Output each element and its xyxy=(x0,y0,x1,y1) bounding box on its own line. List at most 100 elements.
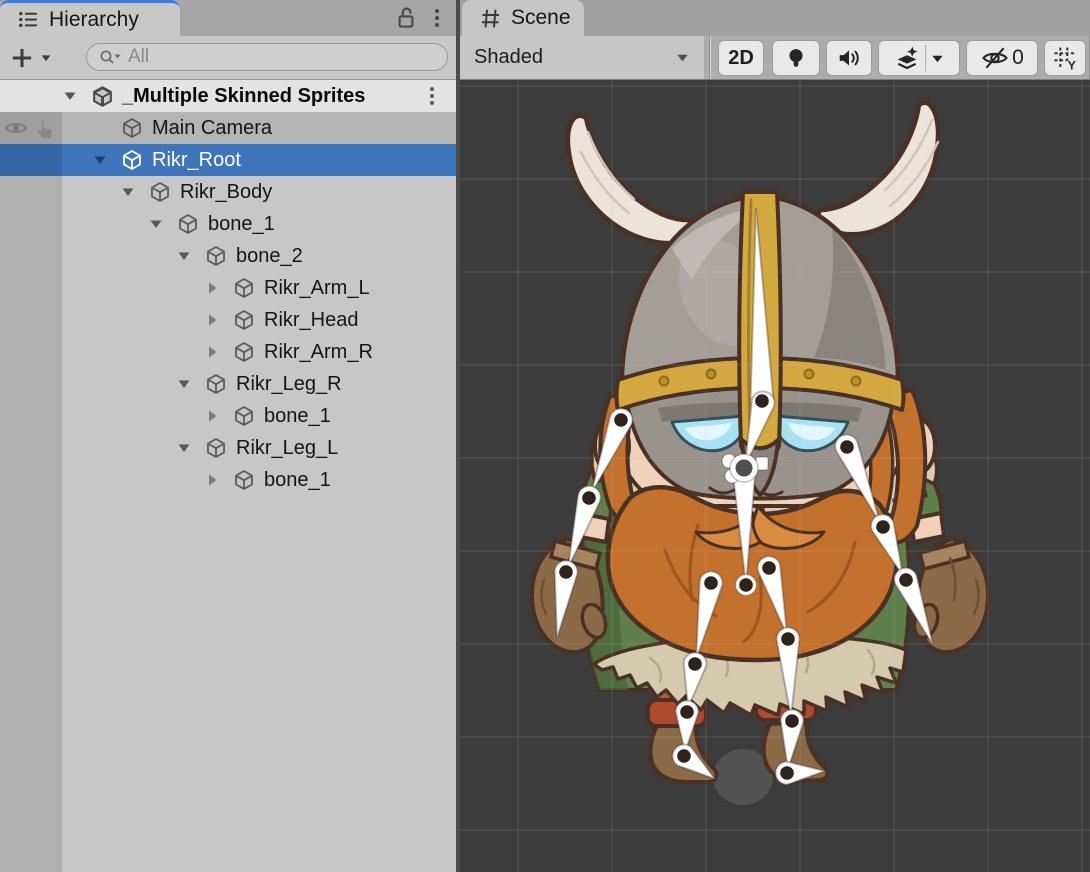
row-kebab-icon[interactable] xyxy=(424,83,440,109)
scene-grid-settings-button[interactable]: Y xyxy=(1044,40,1086,76)
hierarchy-row-main-camera[interactable]: Main Camera xyxy=(0,112,456,144)
joint-dot-leg-r-foot[interactable] xyxy=(780,766,794,780)
joint-dot-head[interactable] xyxy=(755,394,769,408)
draw-mode-dropdown[interactable]: Shaded xyxy=(460,36,704,79)
joint-dot-leg-l-ankle[interactable] xyxy=(680,705,694,719)
row-label: bone_1 xyxy=(264,400,331,432)
search-placeholder: All xyxy=(128,46,149,68)
hierarchy-tab-label: Hierarchy xyxy=(49,8,139,32)
expand-arrow-icon[interactable] xyxy=(92,152,108,168)
draw-mode-label: Shaded xyxy=(474,46,543,69)
hierarchy-row-rikr-arm-r[interactable]: Rikr_Arm_R xyxy=(0,336,456,368)
gameobject-cube-icon xyxy=(232,276,256,300)
unity-scene-icon xyxy=(90,84,115,109)
joint-dot-arm-r-upper[interactable] xyxy=(840,440,854,454)
row-label: Rikr_Arm_R xyxy=(264,336,373,368)
hierarchy-row-rikr-leg-l[interactable]: Rikr_Leg_L xyxy=(0,432,456,464)
joint-dot-arm-r-hand[interactable] xyxy=(899,573,913,587)
joint-dot-torso-tip[interactable] xyxy=(739,578,753,592)
horn-right xyxy=(818,103,938,235)
row-label: Rikr_Body xyxy=(180,176,272,208)
expand-arrow-icon[interactable] xyxy=(176,376,192,392)
gameobject-cube-icon xyxy=(232,308,256,332)
effects-layers-icon xyxy=(893,44,921,72)
row-label: Rikr_Head xyxy=(264,304,358,336)
hierarchy-tree: _Multiple Skinned SpritesMain CameraRikr… xyxy=(0,80,456,872)
joint-dot-arm-l-hand[interactable] xyxy=(559,565,573,579)
scene-lighting-button[interactable] xyxy=(772,40,820,76)
joint-dot-arm-r-lower[interactable] xyxy=(876,520,890,534)
joint-dot-leg-l-foot[interactable] xyxy=(677,749,691,763)
joint-dot-arm-l-lower[interactable] xyxy=(582,491,596,505)
joint-dot-arm-l-upper[interactable] xyxy=(614,413,628,427)
row-label: bone_1 xyxy=(208,208,275,240)
expand-arrow-icon[interactable] xyxy=(120,184,136,200)
row-label: Rikr_Root xyxy=(152,144,241,176)
add-gameobject-button[interactable] xyxy=(8,44,53,72)
joint-dot-leg-l-thigh[interactable] xyxy=(704,576,718,590)
hierarchy-row-rikr-arm-l[interactable]: Rikr_Arm_L xyxy=(0,272,456,304)
hierarchy-row-rikr-body[interactable]: Rikr_Body xyxy=(0,176,456,208)
tab-hierarchy[interactable]: Hierarchy xyxy=(0,0,180,36)
gameobject-cube-icon xyxy=(232,404,256,428)
hierarchy-row-bone-2[interactable]: bone_2 xyxy=(0,240,456,272)
scene-audio-button[interactable] xyxy=(826,40,872,76)
2d-label: 2D xyxy=(728,47,754,70)
lightbulb-icon xyxy=(782,44,810,72)
gameobject-cube-icon xyxy=(204,244,228,268)
pickability-hand-icon[interactable] xyxy=(33,115,59,141)
row-label: Rikr_Leg_L xyxy=(236,432,338,464)
scene-panel: Scene Shaded 2D xyxy=(460,0,1090,872)
plus-icon xyxy=(8,44,36,72)
expand-arrow-icon[interactable] xyxy=(62,88,78,104)
lock-icon[interactable] xyxy=(392,3,420,33)
svg-text:Y: Y xyxy=(1068,59,1076,72)
hierarchy-tabbar: Hierarchy xyxy=(0,0,456,37)
gameobject-cube-icon xyxy=(120,116,144,140)
expand-arrow-icon[interactable] xyxy=(176,440,192,456)
scene-viewport-canvas[interactable] xyxy=(460,80,1090,872)
visibility-eye-icon[interactable] xyxy=(3,115,29,141)
row-label: _Multiple Skinned Sprites xyxy=(122,80,365,112)
gameobject-cube-icon xyxy=(176,212,200,236)
joint-dot-leg-r-thigh[interactable] xyxy=(762,561,776,575)
collapse-arrow-icon[interactable] xyxy=(204,344,220,360)
eye-off-icon xyxy=(980,44,1010,72)
scene-tabbar: Scene xyxy=(460,0,1090,37)
expand-arrow-icon[interactable] xyxy=(148,216,164,232)
hierarchy-toolbar: All xyxy=(0,36,456,80)
hierarchy-row-rikr-head[interactable]: Rikr_Head xyxy=(0,304,456,336)
hierarchy-list-icon xyxy=(16,7,41,32)
hierarchy-row-bone-1[interactable]: bone_1 xyxy=(0,464,456,496)
row-label: Main Camera xyxy=(152,112,272,144)
hierarchy-row-rikr-root[interactable]: Rikr_Root xyxy=(0,144,456,176)
expand-arrow-icon[interactable] xyxy=(176,248,192,264)
joint-dot-leg-l-shin[interactable] xyxy=(688,657,702,671)
row-label: bone_2 xyxy=(236,240,303,272)
toolbar-separator xyxy=(709,36,710,79)
search-input[interactable]: All xyxy=(86,43,448,71)
hierarchy-row-bone-1[interactable]: bone_1 xyxy=(0,400,456,432)
tab-scene[interactable]: Scene xyxy=(462,0,584,36)
joint-dot-leg-r-shin[interactable] xyxy=(781,632,795,646)
unity-editor-window: Hierarchy xyxy=(0,0,1090,872)
gameobject-cube-icon xyxy=(120,148,144,172)
root-bone-joint-dot xyxy=(736,460,753,477)
collapse-arrow-icon[interactable] xyxy=(204,280,220,296)
collapse-arrow-icon[interactable] xyxy=(204,408,220,424)
collapse-arrow-icon[interactable] xyxy=(204,472,220,488)
hierarchy-row-multiple-skinned-sprites[interactable]: _Multiple Skinned Sprites xyxy=(0,80,456,112)
joint-dot-leg-r-ankle[interactable] xyxy=(785,714,799,728)
scene-viewport[interactable] xyxy=(460,80,1090,872)
panel-menu-kebab-icon[interactable] xyxy=(428,3,446,33)
gameobject-cube-icon xyxy=(148,180,172,204)
scene-visibility-button[interactable]: 0 xyxy=(966,40,1038,76)
hierarchy-row-rikr-leg-r[interactable]: Rikr_Leg_R xyxy=(0,368,456,400)
toggle-2d-button[interactable]: 2D xyxy=(718,40,764,76)
collapse-arrow-icon[interactable] xyxy=(204,312,220,328)
scene-effects-button[interactable] xyxy=(878,40,960,76)
chevron-down-icon xyxy=(39,51,53,65)
effects-dropdown-chevron-icon[interactable] xyxy=(930,51,945,66)
hierarchy-row-bone-1[interactable]: bone_1 xyxy=(0,208,456,240)
scene-tab-label: Scene xyxy=(511,6,571,30)
